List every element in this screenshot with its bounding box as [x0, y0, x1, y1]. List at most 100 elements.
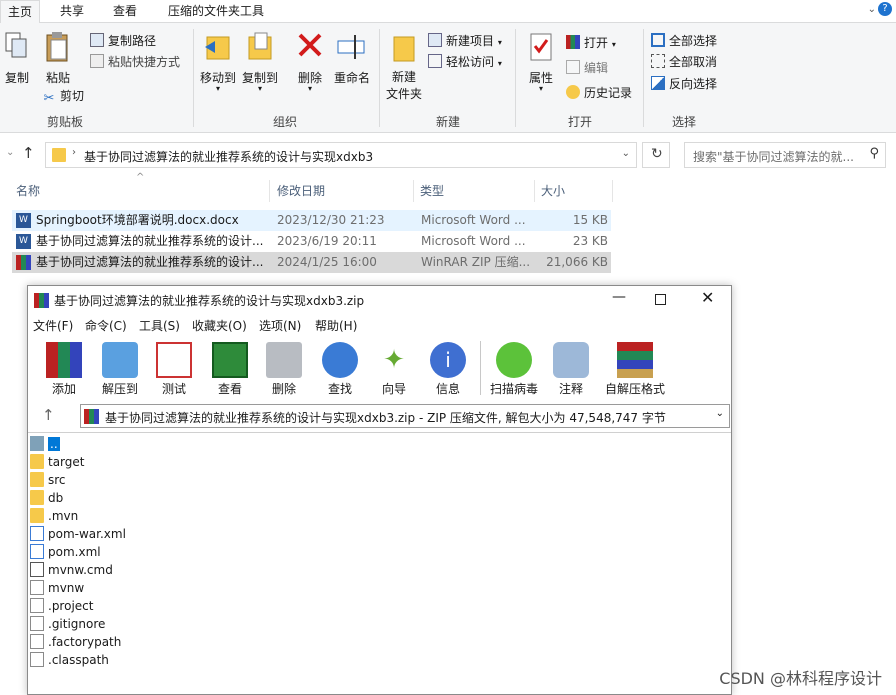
toolbar-separator: [480, 341, 481, 395]
path-dropdown-icon[interactable]: ⌄: [716, 408, 724, 419]
menu-options[interactable]: 选项(N): [259, 316, 301, 336]
tool-delete[interactable]: 删除: [262, 340, 306, 398]
tool-comment[interactable]: 注释: [548, 340, 594, 398]
watermark: CSDN @林科程序设计: [719, 669, 882, 688]
easy-access-dropdown-icon: ▾: [497, 59, 502, 68]
list-item[interactable]: mvnw: [30, 579, 84, 597]
list-item[interactable]: pom-war.xml: [30, 525, 126, 543]
winrar-icon: [16, 255, 31, 270]
list-item[interactable]: db: [30, 489, 63, 507]
history-button[interactable]: 历史记录: [566, 83, 632, 103]
tab-compressed-tools[interactable]: 压缩的文件夹工具: [158, 0, 274, 23]
tool-scan-virus[interactable]: 扫描病毒: [486, 340, 542, 398]
group-title-organize: 组织: [272, 115, 297, 129]
test-clipboard-icon: [156, 342, 192, 378]
collapse-ribbon-icon[interactable]: ⌄: [868, 4, 876, 15]
winrar-file-list: .. target src db .mvn pom-war.xml pom.xm…: [28, 432, 731, 694]
recent-locations-icon[interactable]: ⌄: [6, 147, 14, 158]
paste-button[interactable]: 粘贴: [40, 31, 76, 91]
list-item[interactable]: mvnw.cmd: [30, 561, 113, 579]
file-row[interactable]: W 基于协同过滤算法的就业推荐系统的设计... 2023/6/19 20:11 …: [12, 231, 611, 252]
view-book-icon: [212, 342, 248, 378]
tab-view[interactable]: 查看: [100, 0, 150, 23]
tool-wizard[interactable]: ✦ 向导: [372, 340, 416, 398]
ribbon: 复制 粘贴 复制路径 粘贴快捷方式 ✂ 剪切 剪贴板 移动到 ▾ 复制到 ▾ 删除…: [0, 23, 896, 133]
group-title-open: 打开: [567, 115, 592, 129]
winrar-archive-icon: [84, 409, 99, 424]
tool-info[interactable]: i 信息: [426, 340, 470, 398]
new-folder-icon: [393, 36, 415, 62]
copy-path-icon: [90, 33, 104, 47]
list-item[interactable]: pom.xml: [30, 543, 101, 561]
new-item-button[interactable]: 新建项目 ▾: [428, 31, 502, 51]
cut-button[interactable]: ✂ 剪切: [42, 86, 84, 106]
close-icon[interactable]: ✕: [701, 288, 714, 307]
file-row[interactable]: W Springboot环境部署说明.docx.docx 2023/12/30 …: [12, 210, 611, 231]
magic-wand-icon: ✦: [383, 345, 405, 375]
move-to-button[interactable]: 移动到 ▾: [198, 31, 238, 101]
comment-icon: [553, 342, 589, 378]
edit-button[interactable]: 编辑: [566, 58, 608, 78]
paste-icon: [46, 32, 68, 62]
tool-add[interactable]: 添加: [42, 340, 86, 398]
copy-path-button[interactable]: 复制路径: [90, 31, 156, 51]
search-box[interactable]: 搜索"基于协同过滤算法的就... ⚲: [684, 142, 886, 168]
rename-icon: [337, 35, 365, 59]
word-icon: W: [16, 234, 31, 249]
refresh-button[interactable]: ↻: [642, 142, 670, 168]
easy-access-button[interactable]: 轻松访问 ▾: [428, 52, 502, 72]
new-folder-button[interactable]: 新建 文件夹: [383, 31, 425, 111]
list-item[interactable]: target: [30, 453, 85, 471]
file-icon: [30, 598, 44, 613]
search-input[interactable]: 搜索"基于协同过滤算法的就...: [693, 148, 854, 165]
menu-favorites[interactable]: 收藏夹(O): [192, 316, 247, 336]
menu-tools[interactable]: 工具(S): [139, 316, 180, 336]
list-item[interactable]: src: [30, 471, 66, 489]
select-none-button[interactable]: 全部取消: [651, 52, 717, 72]
folder-icon: [30, 472, 44, 487]
copy-button[interactable]: 复制: [2, 31, 32, 91]
extract-folder-icon: [102, 342, 138, 378]
menu-commands[interactable]: 命令(C): [85, 316, 127, 336]
list-item[interactable]: .mvn: [30, 507, 78, 525]
menu-file[interactable]: 文件(F): [33, 316, 73, 336]
folder-icon: [52, 148, 66, 162]
list-item[interactable]: .classpath: [30, 651, 109, 669]
tool-test[interactable]: 测试: [152, 340, 196, 398]
tab-share[interactable]: 共享: [48, 0, 96, 23]
invert-selection-button[interactable]: 反向选择: [651, 74, 717, 94]
address-dropdown-icon[interactable]: ⌄: [622, 148, 630, 159]
maximize-icon[interactable]: [655, 294, 666, 305]
list-item[interactable]: ..: [30, 435, 60, 453]
copy-to-button[interactable]: 复制到 ▾: [240, 31, 280, 101]
list-item[interactable]: .factorypath: [30, 633, 121, 651]
column-header-name[interactable]: 名称: [10, 180, 270, 202]
winrar-app-icon: [34, 293, 49, 308]
minimize-icon[interactable]: —: [612, 289, 626, 305]
cmd-file-icon: [30, 562, 44, 577]
winrar-path-bar[interactable]: 基于协同过滤算法的就业推荐系统的设计与实现xdxb3.zip - ZIP 压缩文…: [80, 404, 730, 428]
properties-button[interactable]: 属性 ▾: [524, 31, 558, 101]
open-button[interactable]: 打开 ▾: [566, 33, 616, 53]
paste-shortcut-button[interactable]: 粘贴快捷方式: [90, 52, 180, 72]
tab-home[interactable]: 主页: [0, 0, 40, 24]
tool-sfx[interactable]: 自解压格式: [600, 340, 670, 398]
select-all-button[interactable]: 全部选择: [651, 31, 717, 51]
address-bar[interactable]: › 基于协同过滤算法的就业推荐系统的设计与实现xdxb3 ⌄: [45, 142, 637, 168]
column-header-size[interactable]: 大小: [535, 180, 613, 202]
menu-help[interactable]: 帮助(H): [315, 316, 357, 336]
help-icon[interactable]: ?: [878, 2, 892, 16]
column-header-type[interactable]: 类型: [414, 180, 535, 202]
tool-extract-to[interactable]: 解压到: [94, 340, 146, 398]
folder-icon: [30, 454, 44, 469]
rename-button[interactable]: 重命名: [330, 31, 374, 91]
tool-find[interactable]: 查找: [318, 340, 362, 398]
up-arrow-icon[interactable]: ↑: [22, 144, 35, 162]
column-header-date[interactable]: 修改日期: [271, 180, 414, 202]
delete-button[interactable]: 删除 ▾: [292, 31, 328, 101]
up-folder-icon[interactable]: ↑: [42, 406, 55, 424]
file-row[interactable]: 基于协同过滤算法的就业推荐系统的设计... 2024/1/25 16:00 Wi…: [12, 252, 611, 273]
list-item[interactable]: .project: [30, 597, 93, 615]
tool-view[interactable]: 查看: [208, 340, 252, 398]
list-item[interactable]: .gitignore: [30, 615, 105, 633]
